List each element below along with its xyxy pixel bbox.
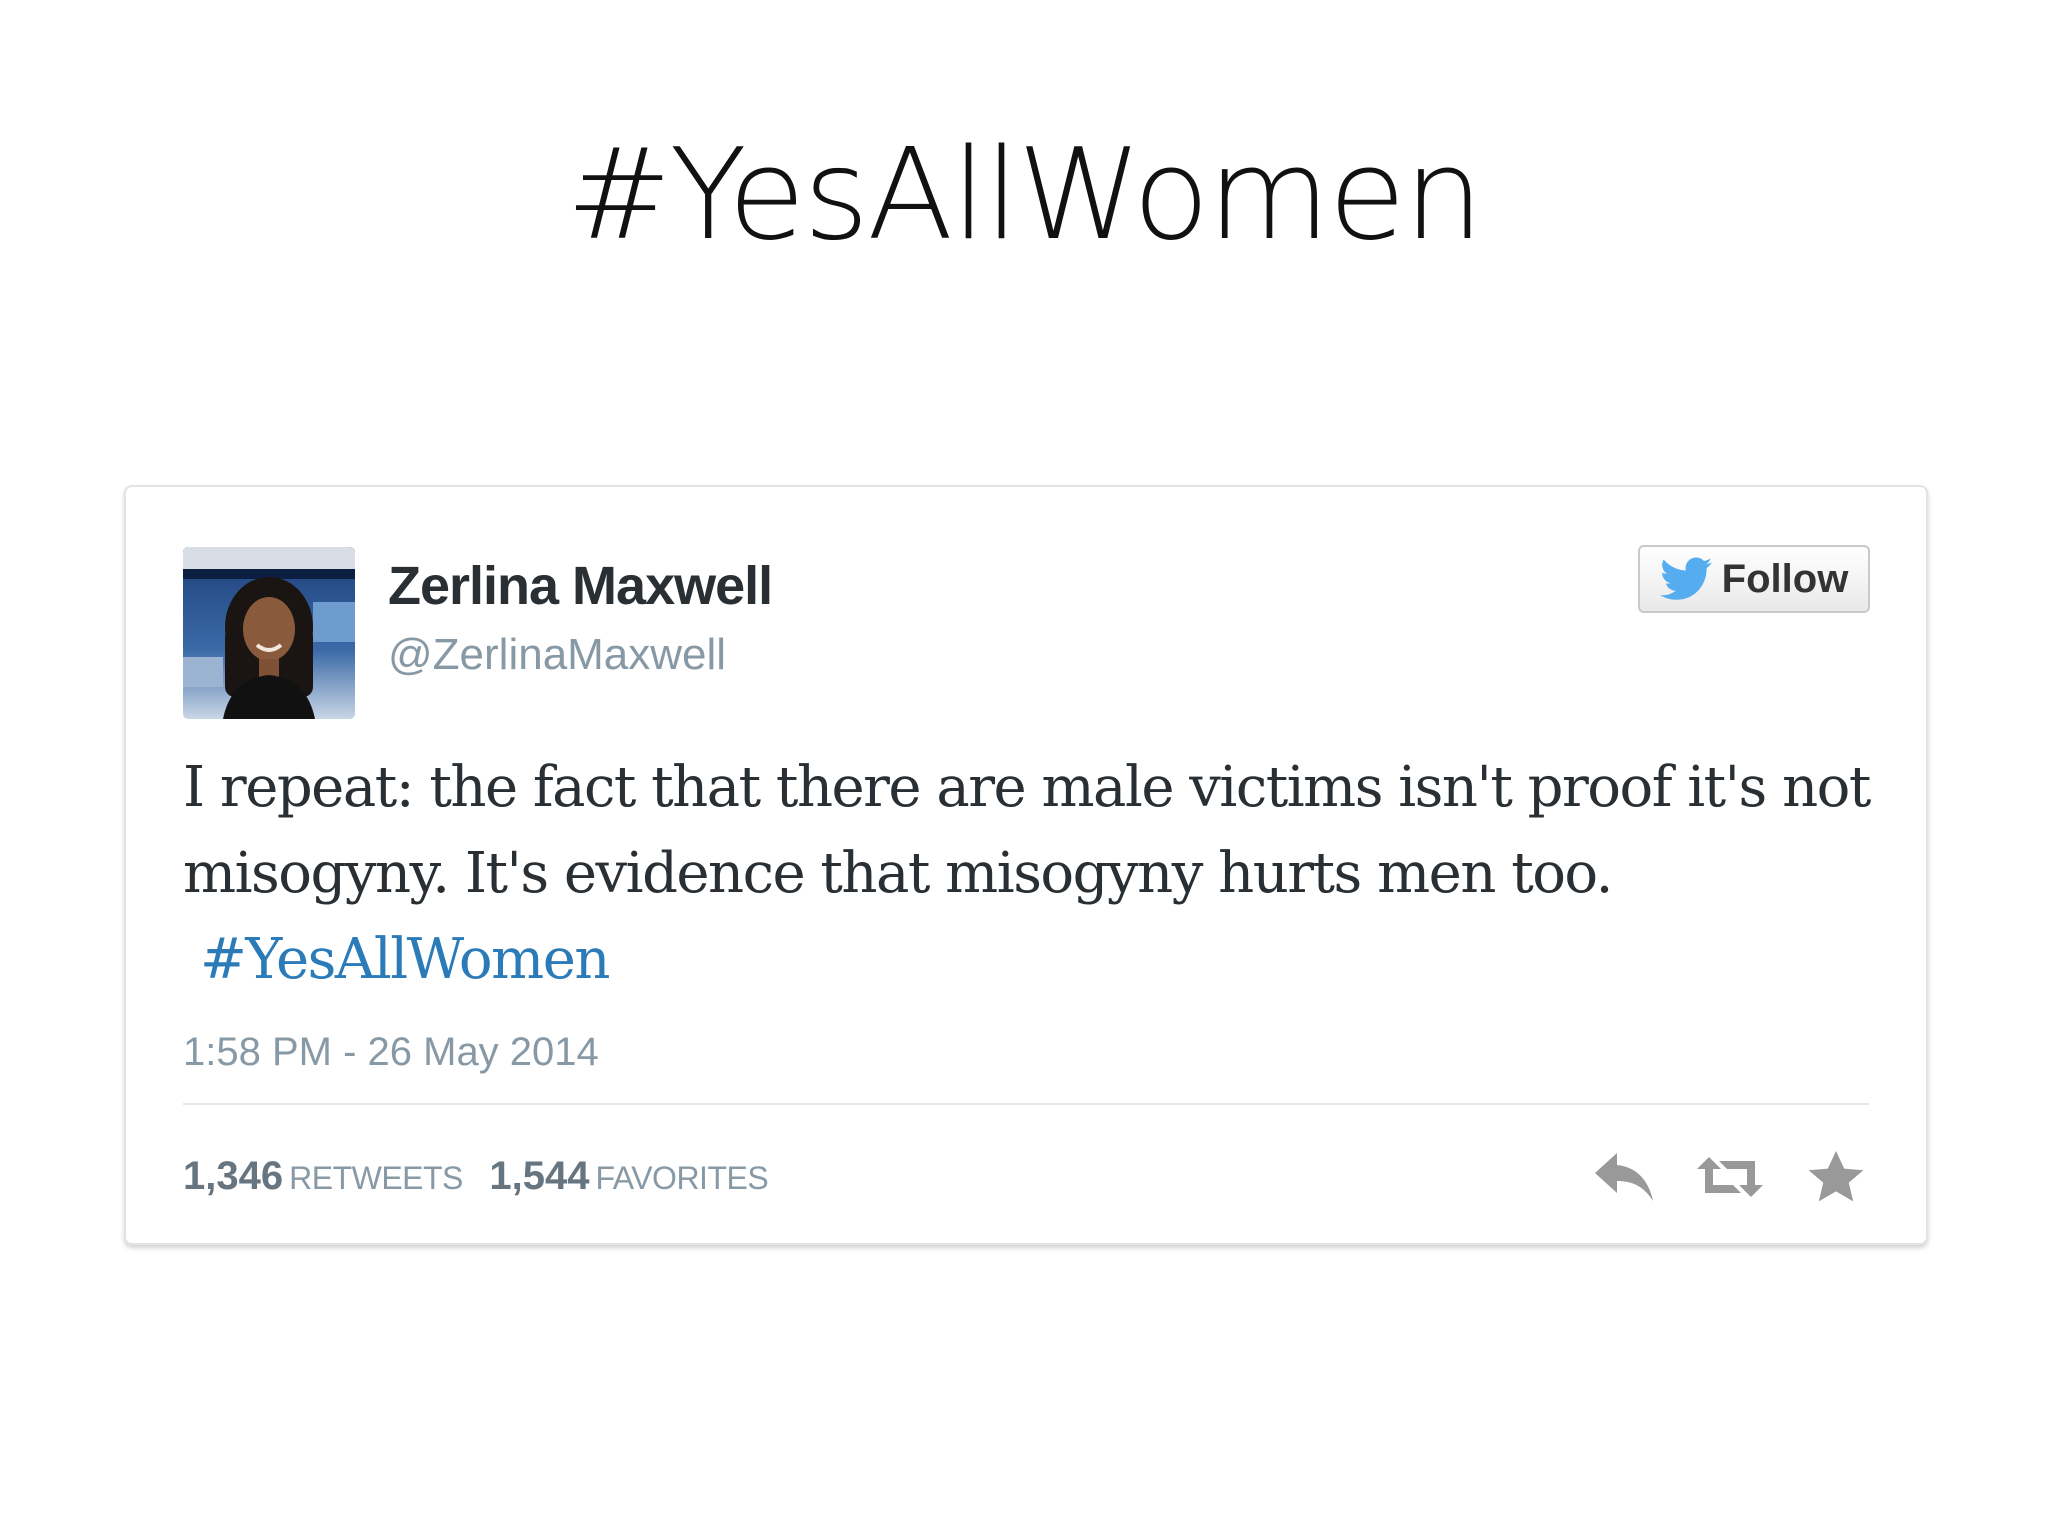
user-handle[interactable]: @ZerlinaMaxwell [388,629,726,681]
follow-button[interactable]: Follow [1638,545,1870,613]
tweet-stats: 1,346 RETWEETS 1,544 FAVORITES [183,1151,790,1210]
retweet-icon[interactable] [1697,1149,1763,1205]
divider [183,1103,1869,1105]
favorite-star-icon[interactable] [1803,1149,1869,1205]
twitter-bird-icon [1659,557,1712,600]
display-name[interactable]: Zerlina Maxwell [388,555,773,617]
tweet-card: Zerlina Maxwell @ZerlinaMaxwell Follow I… [124,485,1928,1245]
retweets-label[interactable]: RETWEETS [289,1160,463,1196]
avatar[interactable] [183,547,355,719]
favorites-label[interactable]: FAVORITES [595,1160,768,1196]
hashtag-link[interactable]: #YesAllWomen [200,917,610,1003]
follow-label: Follow [1721,556,1849,601]
tweet-text: I repeat: the fact that there are male v… [183,755,1871,906]
reply-icon[interactable] [1591,1149,1657,1205]
retweets-count[interactable]: 1,346 [183,1154,283,1198]
tweet-actions [1591,1149,1869,1205]
tweet-timestamp[interactable]: 1:58 PM - 26 May 2014 [183,1027,599,1077]
slide-title: #YesAllWomen [566,121,1484,268]
favorites-count[interactable]: 1,544 [489,1154,589,1198]
